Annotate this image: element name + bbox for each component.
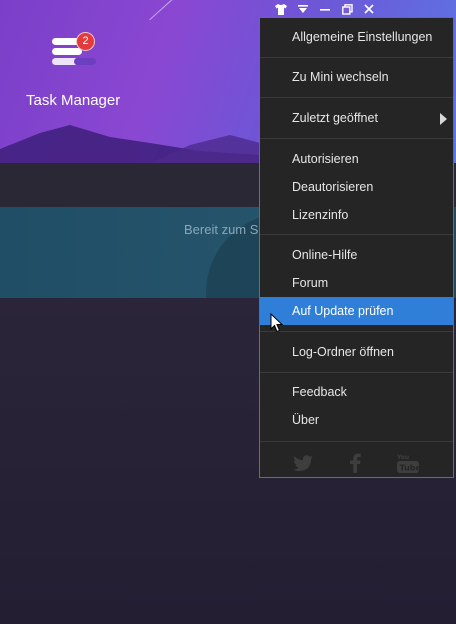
- menu-item-online-help[interactable]: Online-Hilfe: [260, 241, 453, 269]
- youtube-icon[interactable]: You Tube: [397, 452, 419, 474]
- menu-item-general-settings[interactable]: Allgemeine Einstellungen: [260, 23, 453, 51]
- close-icon[interactable]: [358, 0, 380, 18]
- menu-item-label: Log-Ordner öffnen: [292, 345, 394, 359]
- notification-badge: 2: [76, 32, 95, 51]
- menu-item-label: Online-Hilfe: [292, 248, 358, 262]
- menu-item-label: Über: [292, 413, 320, 427]
- settings-menu: Allgemeine Einstellungen Zu Mini wechsel…: [259, 17, 454, 478]
- submenu-arrow-icon: [440, 113, 447, 125]
- menu-separator: [260, 234, 453, 235]
- menu-item-open-log-folder[interactable]: Log-Ordner öffnen: [260, 338, 453, 366]
- svg-text:You: You: [397, 454, 409, 461]
- facebook-icon[interactable]: [344, 452, 366, 474]
- mouse-cursor-icon: [270, 313, 284, 333]
- menu-item-label: Lizenzinfo: [292, 208, 349, 222]
- menu-separator: [260, 97, 453, 98]
- menu-item-label: Autorisieren: [292, 152, 359, 166]
- status-text: Bereit zum S: [184, 222, 259, 237]
- shirt-icon[interactable]: [270, 0, 292, 18]
- menu-item-label: Deautorisieren: [292, 180, 374, 194]
- social-links: You Tube: [260, 448, 453, 478]
- task-manager-label[interactable]: Task Manager: [26, 92, 120, 109]
- minimize-icon[interactable]: [314, 0, 336, 18]
- menu-item-label: Feedback: [292, 385, 347, 399]
- menu-separator: [260, 331, 453, 332]
- menu-item-label: Auf Update prüfen: [292, 304, 394, 318]
- dropdown-icon[interactable]: [292, 0, 314, 18]
- restore-icon[interactable]: [336, 0, 358, 18]
- menu-item-check-update[interactable]: Auf Update prüfen: [260, 297, 453, 325]
- menu-item-label: Zuletzt geöffnet: [292, 111, 378, 125]
- menu-separator: [260, 138, 453, 139]
- svg-text:Tube: Tube: [400, 464, 420, 473]
- twitter-icon[interactable]: [292, 452, 314, 474]
- menu-separator: [260, 57, 453, 58]
- menu-item-label: Forum: [292, 276, 329, 290]
- decorative-streak: [149, 0, 183, 21]
- menu-item-label: Zu Mini wechseln: [292, 70, 389, 84]
- menu-item-label: Allgemeine Einstellungen: [292, 30, 433, 44]
- menu-item-license-info[interactable]: Lizenzinfo: [260, 201, 453, 229]
- task-manager-icon[interactable]: 2: [52, 32, 100, 70]
- menu-separator: [260, 441, 453, 442]
- menu-item-forum[interactable]: Forum: [260, 269, 453, 297]
- menu-item-recently-opened[interactable]: Zuletzt geöffnet: [260, 104, 453, 132]
- window-controls: [270, 0, 380, 18]
- menu-item-deauthorize[interactable]: Deautorisieren: [260, 173, 453, 201]
- menu-item-authorize[interactable]: Autorisieren: [260, 145, 453, 173]
- menu-separator: [260, 372, 453, 373]
- menu-item-about[interactable]: Über: [260, 406, 453, 434]
- menu-item-feedback[interactable]: Feedback: [260, 378, 453, 406]
- menu-item-switch-mini[interactable]: Zu Mini wechseln: [260, 63, 453, 91]
